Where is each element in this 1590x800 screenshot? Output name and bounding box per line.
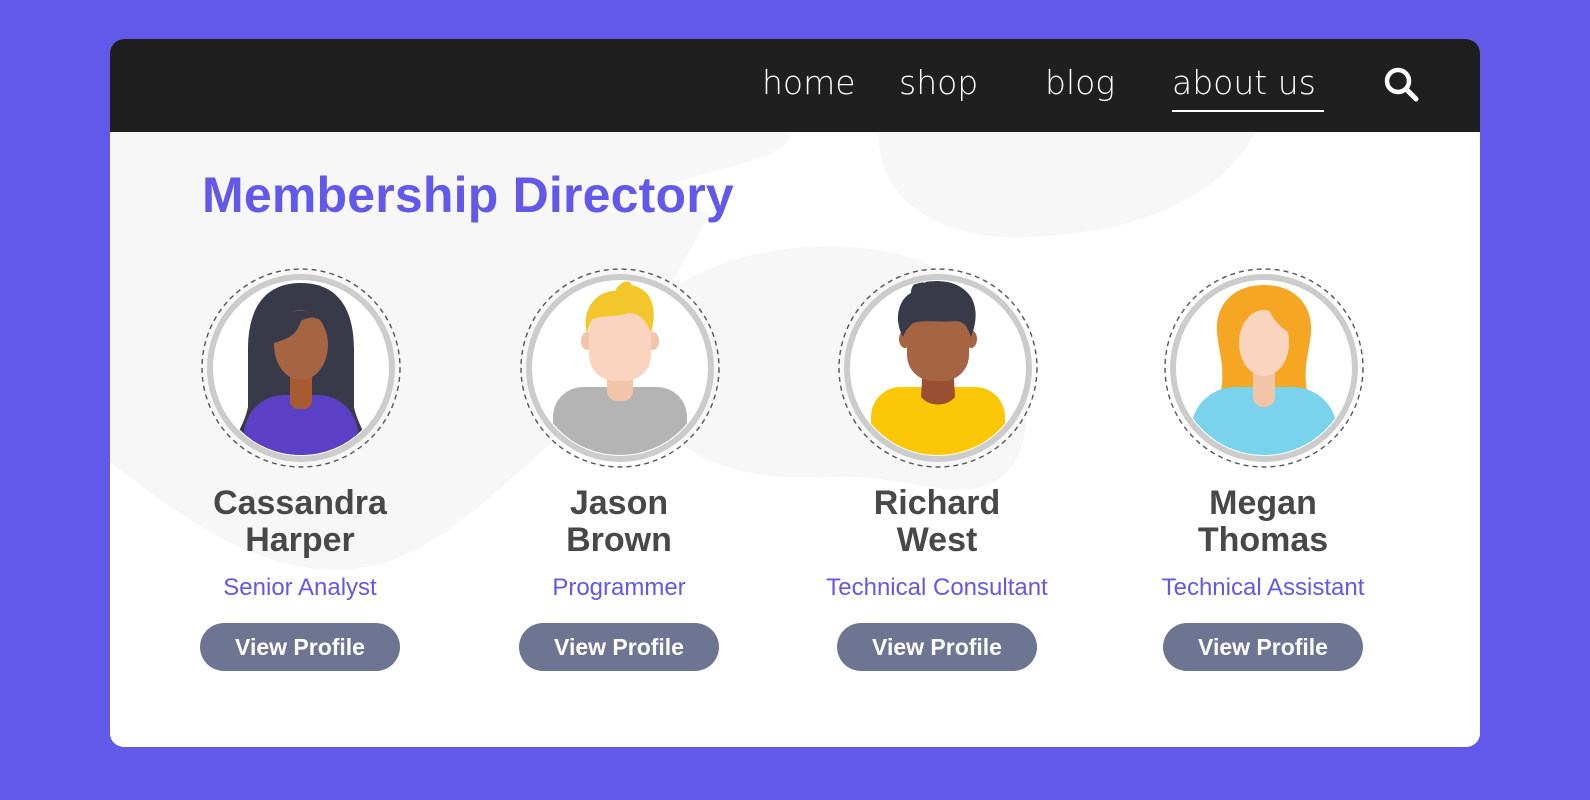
woman-orange-hair-avatar-icon [1164,268,1364,468]
man-dark-hair-avatar-icon [838,268,1038,468]
name-line-1: Cassandra [213,484,387,522]
avatar [519,267,721,469]
avatar [1163,267,1365,469]
search-icon [1384,67,1419,102]
search-button[interactable] [1380,63,1424,107]
member-role: Senior Analyst [223,574,377,601]
member-card-jason-brown: Jason Brown Programmer View Profile [469,267,769,687]
view-profile-button[interactable]: View Profile [837,623,1037,671]
member-role: Technical Assistant [1161,574,1365,601]
view-profile-button[interactable]: View Profile [1163,623,1363,671]
man-blond-hair-avatar-icon [520,268,720,468]
view-profile-button[interactable]: View Profile [519,623,719,671]
name-line-1: Jason [569,484,669,522]
nav-link-shop[interactable]: shop [899,63,978,103]
view-profile-button[interactable]: View Profile [200,623,400,671]
member-role: Technical Consultant [826,574,1048,601]
nav-link-home[interactable]: home [762,63,856,103]
directory-content: Membership Directory Cassandra Harper Se… [110,132,1480,747]
avatar [837,267,1039,469]
member-role: Programmer [552,574,686,601]
member-name: Cassandra Harper [150,485,450,559]
member-card-megan-thomas: Megan Thomas Technical Assistant View Pr… [1113,267,1413,687]
member-card-cassandra-harper: Cassandra Harper Senior Analyst View Pro… [150,267,450,687]
top-navbar: home shop blog about us [110,39,1480,132]
member-name: Megan Thomas [1113,485,1413,559]
name-line-2: Brown [566,521,672,559]
nav-link-about-us[interactable]: about us [1172,63,1324,112]
name-line-2: West [896,521,978,559]
app-window: home shop blog about us Membership Direc… [110,39,1480,747]
woman-long-dark-hair-avatar-icon [201,268,401,468]
member-name: Jason Brown [469,485,769,559]
page-title: Membership Directory [202,167,734,223]
member-name: Richard West [787,485,1087,559]
name-line-2: Harper [245,521,355,559]
name-line-1: Richard [873,484,1001,522]
avatar [200,267,402,469]
nav-link-blog[interactable]: blog [1045,63,1115,103]
name-line-2: Thomas [1197,521,1329,559]
name-line-1: Megan [1209,484,1317,522]
member-card-richard-west: Richard West Technical Consultant View P… [787,267,1087,687]
